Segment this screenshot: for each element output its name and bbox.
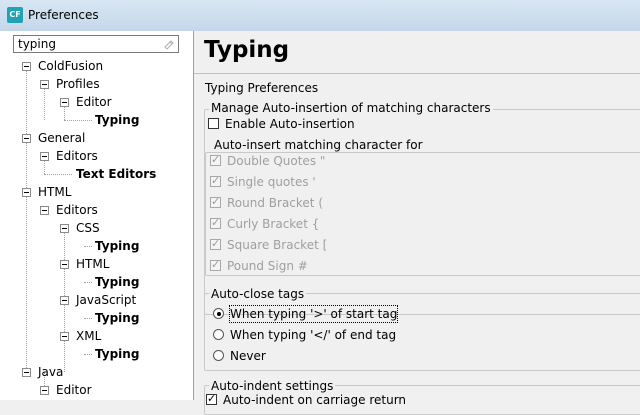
filter-field[interactable] bbox=[13, 35, 179, 53]
radio-button[interactable] bbox=[213, 329, 224, 340]
checkbox[interactable] bbox=[210, 194, 221, 210]
tree-item-typing[interactable]: Typing bbox=[95, 111, 139, 129]
checkbox[interactable] bbox=[210, 173, 221, 189]
page-subtitle: Typing Preferences bbox=[205, 81, 319, 95]
collapse-icon[interactable] bbox=[22, 368, 31, 377]
collapse-icon[interactable] bbox=[60, 224, 69, 233]
collapse-icon[interactable] bbox=[40, 386, 49, 395]
clear-filter-icon[interactable] bbox=[163, 38, 175, 50]
page-title: Typing bbox=[204, 37, 290, 63]
tree-item-typing[interactable]: Typing bbox=[95, 273, 139, 291]
collapse-icon[interactable] bbox=[22, 62, 31, 71]
tree-item-general[interactable]: General bbox=[38, 129, 85, 147]
tree-item-css[interactable]: CSS bbox=[76, 219, 100, 237]
collapse-icon[interactable] bbox=[60, 260, 69, 269]
window-title: Preferences bbox=[28, 8, 99, 22]
tree-item-editors[interactable]: Editors bbox=[56, 147, 98, 165]
radio-button[interactable] bbox=[213, 308, 224, 319]
matching-character-group-label: Auto-insert matching character for bbox=[212, 138, 425, 152]
collapse-icon[interactable] bbox=[60, 332, 69, 341]
collapse-icon[interactable] bbox=[40, 206, 49, 215]
collapse-icon[interactable] bbox=[22, 134, 31, 143]
auto-insertion-group-label: Manage Auto-insertion of matching charac… bbox=[209, 101, 493, 115]
tree-item-typing[interactable]: Typing bbox=[95, 345, 139, 363]
tree-item-typing[interactable]: Typing bbox=[95, 237, 139, 255]
collapse-icon[interactable] bbox=[60, 296, 69, 305]
checkbox[interactable] bbox=[210, 257, 221, 273]
tree-item-xml[interactable]: XML bbox=[76, 327, 101, 345]
tree-item-html[interactable]: HTML bbox=[38, 183, 71, 201]
checkbox[interactable] bbox=[210, 215, 221, 231]
collapse-icon[interactable] bbox=[40, 152, 49, 161]
collapse-icon[interactable] bbox=[60, 98, 69, 107]
checkbox[interactable] bbox=[210, 152, 221, 168]
page-header: Typing bbox=[194, 31, 640, 74]
checkbox[interactable] bbox=[210, 236, 221, 252]
tree-item-profiles[interactable]: Profiles bbox=[56, 75, 100, 93]
tree-item-javascript[interactable]: JavaScript bbox=[76, 291, 136, 309]
checkbox[interactable] bbox=[208, 118, 219, 129]
title-bar: CF Preferences bbox=[0, 0, 640, 32]
collapse-icon[interactable] bbox=[40, 80, 49, 89]
tree-item-text-editors[interactable]: Text Editors bbox=[76, 165, 156, 183]
radio-button[interactable] bbox=[213, 350, 224, 361]
tree-item-html-sub[interactable]: HTML bbox=[76, 255, 109, 273]
tree-item-java[interactable]: Java bbox=[38, 363, 63, 381]
preference-page: Typing Typing Preferences Manage Auto-in… bbox=[194, 31, 640, 415]
preferences-tree-pane: ColdFusion Profiles Editor Typing Genera… bbox=[0, 31, 194, 400]
tree-item-editor[interactable]: Editor bbox=[56, 381, 92, 399]
auto-close-tags-group-label: Auto-close tags bbox=[209, 287, 307, 301]
tree-item-editor[interactable]: Editor bbox=[76, 93, 112, 111]
coldfusion-app-icon: CF bbox=[7, 7, 23, 23]
collapse-icon[interactable] bbox=[22, 188, 31, 197]
filter-input[interactable] bbox=[14, 36, 158, 52]
tree-item-editors[interactable]: Editors bbox=[56, 201, 98, 219]
tree-item-coldfusion[interactable]: ColdFusion bbox=[38, 57, 103, 75]
tree-item-typing[interactable]: Typing bbox=[95, 309, 139, 327]
